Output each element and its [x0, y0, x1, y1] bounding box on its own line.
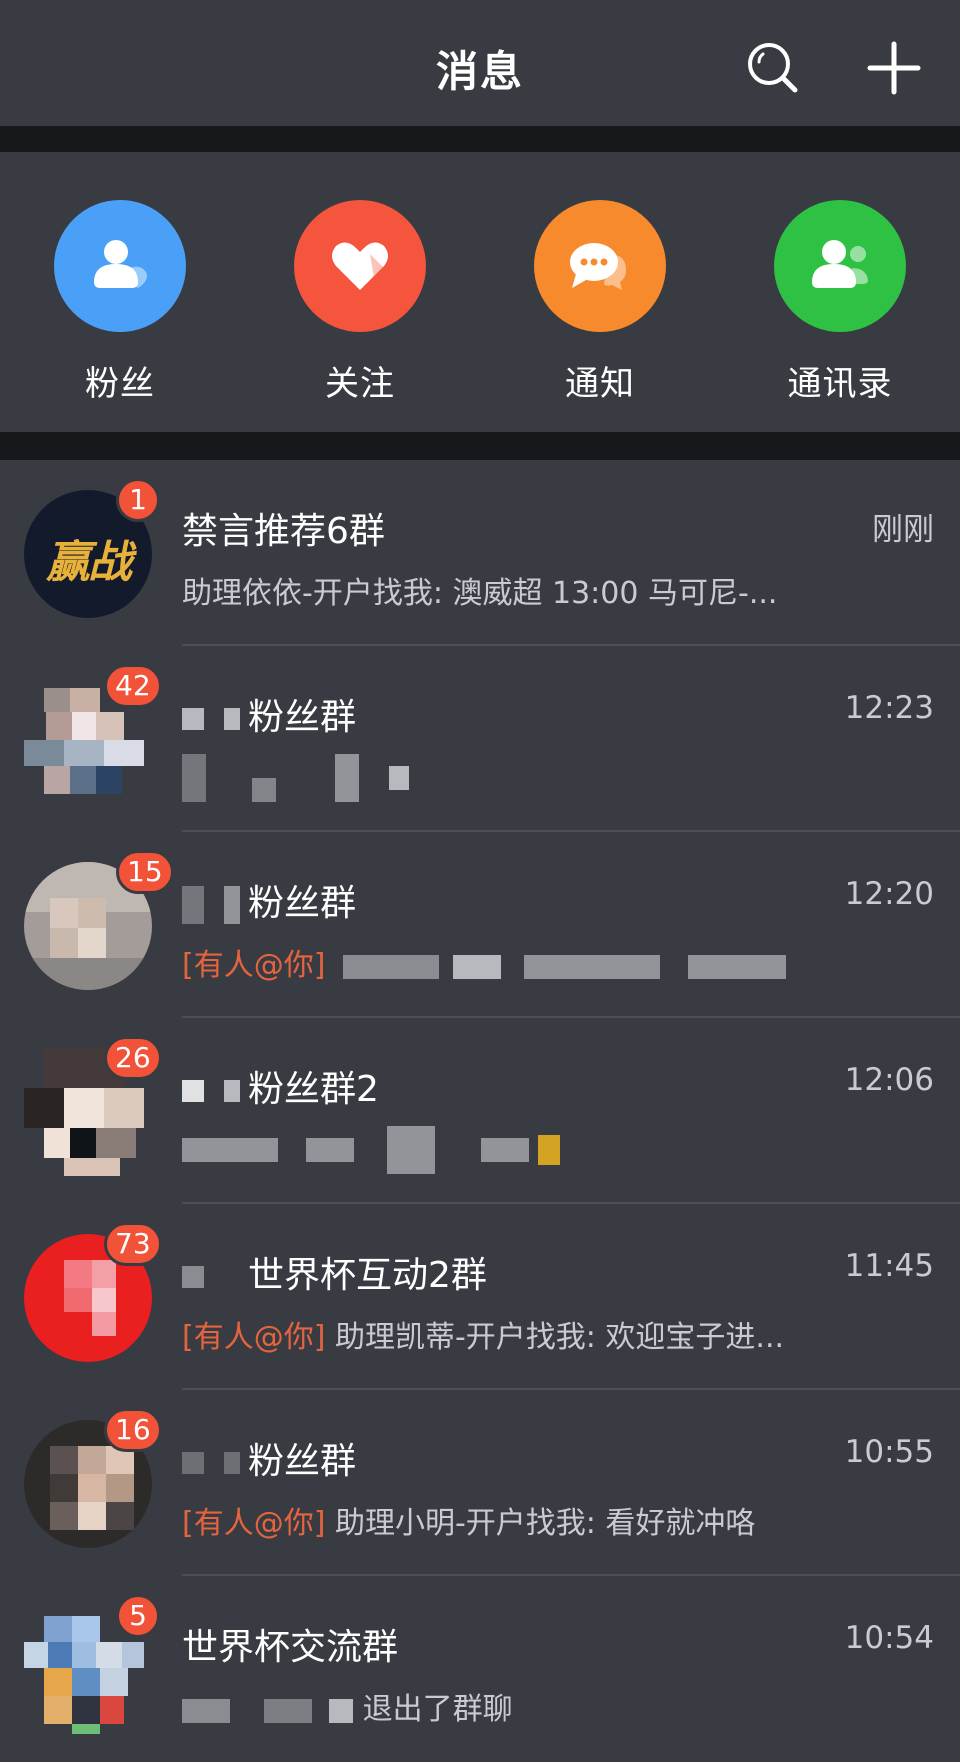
- redacted-block: [452, 954, 501, 979]
- chat-name: 世界杯交流群: [182, 1627, 399, 1668]
- quick-label: 通知: [565, 364, 635, 404]
- redacted-block: [480, 1138, 529, 1162]
- chat-preview-redacted: [182, 1126, 561, 1174]
- redacted-block: [182, 1266, 204, 1288]
- chat-time: 10:54: [844, 1620, 934, 1656]
- chat-time: 12:23: [844, 690, 934, 726]
- chat-time: 11:45: [844, 1248, 934, 1284]
- quick-actions: 粉丝 关注 通知 通讯录: [0, 152, 960, 432]
- redacted-block: [182, 886, 204, 924]
- redacted-block: [263, 1698, 312, 1723]
- chat-preview-text: 助理小明-开户找我: 看好就冲咯: [334, 1506, 756, 1541]
- chat-preview: [有人@你] 助理小明-开户找我: 看好就冲咯: [182, 1498, 755, 1542]
- chat-time: 10:55: [844, 1434, 934, 1470]
- redacted-block: [224, 1080, 240, 1102]
- quick-fans[interactable]: 粉丝: [54, 200, 186, 405]
- chat-preview: [有人@你] 助理凯蒂-开户找我: 欢迎宝子进...: [182, 1312, 784, 1356]
- redacted-block: [538, 1135, 561, 1165]
- mention-tag: [有人@你]: [182, 948, 326, 983]
- redacted-block: [387, 1126, 436, 1174]
- mention-tag: [有人@你]: [182, 1320, 326, 1355]
- redacted-block: [224, 886, 240, 924]
- unread-badge: 15: [116, 850, 174, 894]
- chat-preview-text: 助理凯蒂-开户找我: 欢迎宝子进...: [334, 1320, 785, 1355]
- redacted-block: [335, 754, 360, 802]
- chat-name: 粉丝群: [182, 1432, 356, 1484]
- redacted-block: [687, 954, 786, 979]
- chat-row[interactable]: 15 粉丝群 12:20 [有人@你]: [0, 832, 960, 1018]
- quick-label: 通讯录: [787, 364, 893, 404]
- chat-name-text: 粉丝群: [248, 1441, 357, 1482]
- search-icon[interactable]: [745, 40, 801, 96]
- quick-contacts[interactable]: 通讯录: [774, 200, 906, 405]
- redacted-block: [329, 1698, 354, 1723]
- chat-name: 粉丝群2: [182, 1060, 379, 1112]
- avatar-logo: 赢战: [46, 537, 132, 588]
- redacted-block: [182, 708, 204, 730]
- redacted-block: [182, 754, 206, 802]
- redacted-block: [224, 708, 240, 730]
- redacted-block: [182, 1138, 278, 1162]
- mention-tag: [有人@你]: [182, 1506, 326, 1541]
- unread-badge: 26: [104, 1036, 162, 1080]
- redacted-block: [182, 1452, 204, 1474]
- contacts-icon: [774, 200, 906, 332]
- redacted-block: [524, 954, 661, 979]
- unread-badge: 16: [104, 1408, 162, 1452]
- redacted-block: [224, 1452, 240, 1474]
- chat-time: 12:06: [844, 1062, 934, 1098]
- chat-preview-redacted: [182, 754, 409, 802]
- unread-badge: 42: [104, 664, 162, 708]
- chat-row[interactable]: 73 世界杯互动2群 11:45 [有人@你] 助理凯蒂-开户找我: 欢迎宝子进…: [0, 1204, 960, 1390]
- add-icon[interactable]: [866, 40, 922, 96]
- chat-time: 刚刚: [872, 512, 934, 548]
- chat-bubble-icon: [534, 200, 666, 332]
- quick-label: 粉丝: [85, 364, 155, 404]
- redacted-block: [388, 766, 409, 790]
- chat-preview: [有人@你]: [182, 940, 786, 984]
- chat-preview-text: 退出了群聊: [362, 1692, 513, 1727]
- heart-icon: [294, 200, 426, 332]
- chat-row[interactable]: 26 粉丝群2 12:06: [0, 1018, 960, 1204]
- redacted-block: [182, 1080, 204, 1102]
- top-bar: 消息: [0, 0, 960, 126]
- chat-time: 12:20: [844, 876, 934, 912]
- chat-name-text: 粉丝群: [248, 697, 357, 738]
- redacted-block: [342, 954, 439, 979]
- quick-notify[interactable]: 通知: [534, 200, 666, 405]
- chat-row[interactable]: 42 粉丝群 12:23: [0, 646, 960, 832]
- fans-icon: [54, 200, 186, 332]
- redacted-block: [305, 1138, 354, 1162]
- chat-row[interactable]: 16 粉丝群 10:55 [有人@你] 助理小明-开户找我: 看好就冲咯: [0, 1390, 960, 1576]
- chat-name-text: 粉丝群: [248, 883, 357, 924]
- section-divider: [0, 432, 960, 460]
- unread-badge: 73: [104, 1222, 162, 1266]
- chat-name: 粉丝群: [182, 874, 356, 926]
- redacted-block: [182, 1698, 230, 1723]
- chat-row[interactable]: 5 世界杯交流群 10:54 退出了群聊: [0, 1576, 960, 1762]
- chat-name-text: 粉丝群2: [248, 1069, 379, 1110]
- chat-name: 禁言推荐6群: [182, 511, 385, 552]
- chat-name: 世界杯互动2群: [182, 1246, 487, 1298]
- section-divider: [0, 126, 960, 152]
- chat-preview: 助理依依-开户找我: 澳威超 13:00 马可尼-...: [182, 576, 778, 611]
- page-title: 消息: [435, 47, 524, 96]
- quick-follow[interactable]: 关注: [294, 200, 426, 405]
- chat-name-text: 世界杯互动2群: [248, 1255, 487, 1296]
- unread-badge: 1: [116, 478, 160, 522]
- quick-label: 关注: [325, 364, 395, 404]
- chat-preview: 退出了群聊: [182, 1684, 513, 1728]
- redacted-block: [251, 778, 276, 802]
- chat-row[interactable]: 赢战 1 禁言推荐6群 刚刚 助理依依-开户找我: 澳威超 13:00 马可尼-…: [0, 460, 960, 646]
- chat-name: 粉丝群: [182, 688, 356, 740]
- unread-badge: 5: [116, 1594, 160, 1638]
